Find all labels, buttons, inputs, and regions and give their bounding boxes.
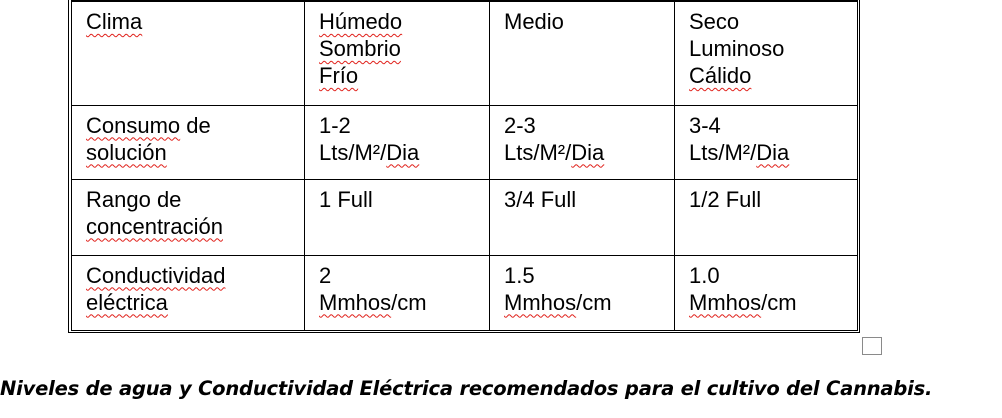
cell-text-line: concentración [86,213,304,240]
cell-text-line: 3-4 [689,112,721,138]
table-cell-value[interactable]: 3/4 Full [489,178,675,256]
table-cell-humid[interactable]: Húmedo Sombrio Frío [304,0,490,106]
table-cell-value[interactable]: 1.0 Mmhos/cm [674,254,858,331]
cell-text-line: 2-3 [504,112,536,138]
table-cell-value[interactable]: 1.5 Mmhos/cm [489,254,675,331]
table-cell-value[interactable]: 1/2 Full [674,178,858,256]
table-cell-medium[interactable]: Medio [489,0,675,106]
spellcheck-word: Frío [319,63,359,88]
cell-text-line: Luminoso [689,36,785,61]
cell-text-line: Mmhos/cm [319,289,427,315]
table-cell-label[interactable]: Conductividad eléctrica [71,254,305,331]
cell-text-line: Húmedo [319,8,489,35]
table-row: Rango de concentración 1 Full 3/4 Full 1/… [71,178,858,256]
table-cell-label[interactable]: Rango de concentración [71,178,305,256]
spellcheck-word: Mmhos [689,289,762,315]
cell-text-line: Seco [689,9,740,34]
cell-text-line: solución [86,139,304,166]
cell-text-line: 2 [319,262,332,288]
spellcheck-word: Conductividad [86,262,226,288]
spellcheck-word: Dia [386,139,420,165]
spellcheck-word: Sombrio [319,36,401,61]
spellcheck-word: Dia [756,139,790,165]
table-cell-value[interactable]: 3-4 Lts/M²/Dia [674,104,858,180]
cell-text-line: Mmhos/cm [504,289,612,315]
cell-text-line: Medio [504,9,564,34]
spellcheck-word: concentración [86,213,223,239]
spellcheck-word: Mmhos [504,289,577,315]
spellcheck-word: solución [86,139,167,165]
spellcheck-word: Consumo [86,112,181,138]
spellcheck-word: Cálido [689,63,752,88]
cell-text-line: Cálido [689,62,857,89]
table-frame: Clima Húmedo Sombrio Frío Medio Seco Lumino… [68,0,860,333]
cell-text-line: Clima [86,8,304,35]
table-cell-value[interactable]: 1-2 Lts/M²/Dia [304,104,490,180]
spellcheck-word: Dia [571,139,605,165]
table-cell-value[interactable]: 2 Mmhos/cm [304,254,490,331]
table-cell-dry[interactable]: Seco Luminoso Cálido [674,0,858,106]
spellcheck-word: Clima [86,9,143,34]
cell-text-line: 1-2 [319,112,351,138]
cell-text-line: Mmhos/cm [689,289,797,315]
cell-text-line: Lts/M²/Dia [504,139,605,165]
cell-text-line: Frío [319,62,489,89]
cell-text-line: eléctrica [86,289,304,316]
cell-text-line: 1/2 Full [689,186,762,212]
cell-text-line: Sombrio [319,35,489,62]
cell-text-line: 1 Full [319,186,373,212]
cell-text-line: Consumo de [86,112,211,138]
cell-text-line: 1.0 [689,262,720,288]
table-cell-value[interactable]: 2-3 Lts/M²/Dia [489,104,675,180]
table-resize-handle[interactable] [862,337,882,355]
cell-text-line: Conductividad [86,262,304,289]
spellcheck-word: Mmhos [319,289,392,315]
cultivation-table: Clima Húmedo Sombrio Frío Medio Seco Lumino… [71,0,858,331]
table-body: Clima Húmedo Sombrio Frío Medio Seco Lumino… [71,0,858,331]
spellcheck-word: Húmedo [319,9,403,34]
table-cell-label[interactable]: Consumo de solución [71,104,305,180]
table-row: Clima Húmedo Sombrio Frío Medio Seco Lumino… [71,0,858,106]
cell-text-line: Lts/M²/Dia [689,139,790,165]
cell-text-line: 1.5 [504,262,535,288]
table-caption: Niveles de agua y Conductividad Eléctric… [0,377,933,400]
table-row: Consumo de solución 1-2 Lts/M²/Dia 2-3 Lts/… [71,104,858,180]
cell-text-line: 3/4 Full [504,186,577,212]
cell-text-line: Rango de [86,186,182,212]
table-row: Conductividad eléctrica 2 Mmhos/cm 1.5 Mmho… [71,254,858,331]
cell-text-line: Lts/M²/Dia [319,139,420,165]
table-cell-value[interactable]: 1 Full [304,178,490,256]
table-cell-header-label[interactable]: Clima [71,0,305,106]
spellcheck-word: eléctrica [86,289,168,315]
